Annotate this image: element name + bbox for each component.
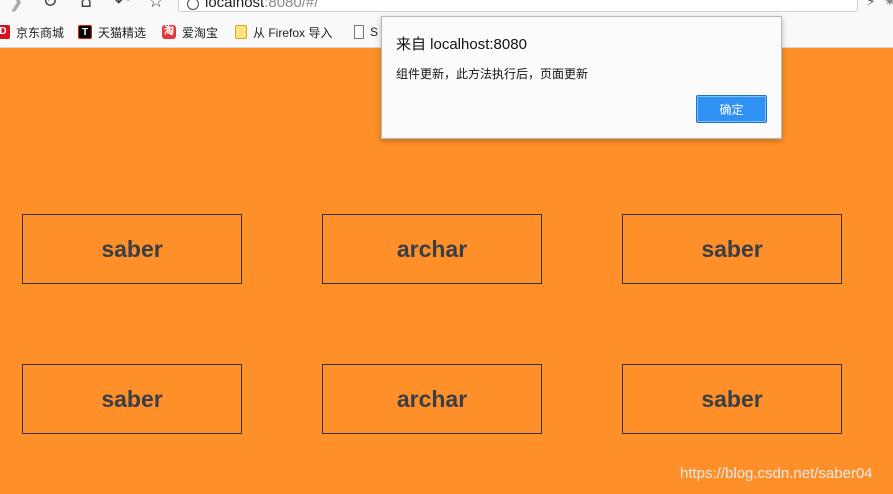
alert-message: 组件更新，此方法执行后，页面更新 [396, 67, 589, 81]
bookmark-star-icon[interactable]: ☆ [146, 0, 166, 12]
bookmark-label: 天猫精选 [98, 25, 147, 40]
bookmark-label: 爱淘宝 [182, 25, 219, 40]
address-bar[interactable]: localhost:8080/#/ [178, 0, 858, 12]
browser-window: ❯ ↻ ⌂ ↶ ☆ localhost:8080/#/ ⚡ ✷ D 京东商城 T… [0, 0, 893, 494]
bookmark-s[interactable]: S [354, 24, 378, 40]
item-card: saber [622, 364, 842, 434]
lightning-icon[interactable]: ⚡ [866, 0, 876, 10]
item-card: saber [22, 364, 242, 434]
alert-dialog: 来自 localhost:8080 组件更新，此方法执行后，页面更新 确定 [381, 16, 782, 139]
taobao-icon: 淘 [162, 25, 176, 39]
jd-icon: D [0, 25, 10, 39]
bookmark-label: 从 Firefox 导入 [253, 25, 333, 40]
undo-icon[interactable]: ↶ [112, 0, 132, 12]
bookmark-firefox-import[interactable]: 从 Firefox 导入 [235, 24, 332, 40]
tmall-icon: T [78, 25, 92, 39]
item-card: saber [22, 214, 242, 284]
reload-icon[interactable]: ↻ [40, 0, 60, 12]
item-card: saber [622, 214, 842, 284]
navigation-toolbar: ❯ ↻ ⌂ ↶ ☆ localhost:8080/#/ ⚡ ✷ [0, 0, 893, 14]
url-text: localhost:8080/#/ [205, 0, 319, 11]
watermark: https://blog.csdn.net/saber04 [680, 465, 873, 482]
bookmark-label: 京东商城 [16, 25, 65, 40]
ok-button[interactable]: 确定 [696, 95, 767, 123]
item-card: archar [322, 364, 542, 434]
back-icon[interactable]: ❯ [6, 0, 26, 12]
extension-icon[interactable]: ✷ [884, 0, 893, 10]
home-icon[interactable]: ⌂ [76, 0, 96, 12]
item-card: archar [322, 214, 542, 284]
bookmark-tmall[interactable]: T 天猫精选 [78, 24, 146, 40]
bookmark-taobao[interactable]: 淘 爱淘宝 [162, 24, 218, 40]
bookmark-label: S [370, 25, 379, 39]
alert-title: 来自 localhost:8080 [396, 36, 527, 53]
page-icon [354, 25, 364, 39]
bookmark-jd[interactable]: D 京东商城 [0, 24, 64, 40]
info-icon[interactable] [187, 0, 199, 10]
folder-icon [235, 25, 247, 39]
